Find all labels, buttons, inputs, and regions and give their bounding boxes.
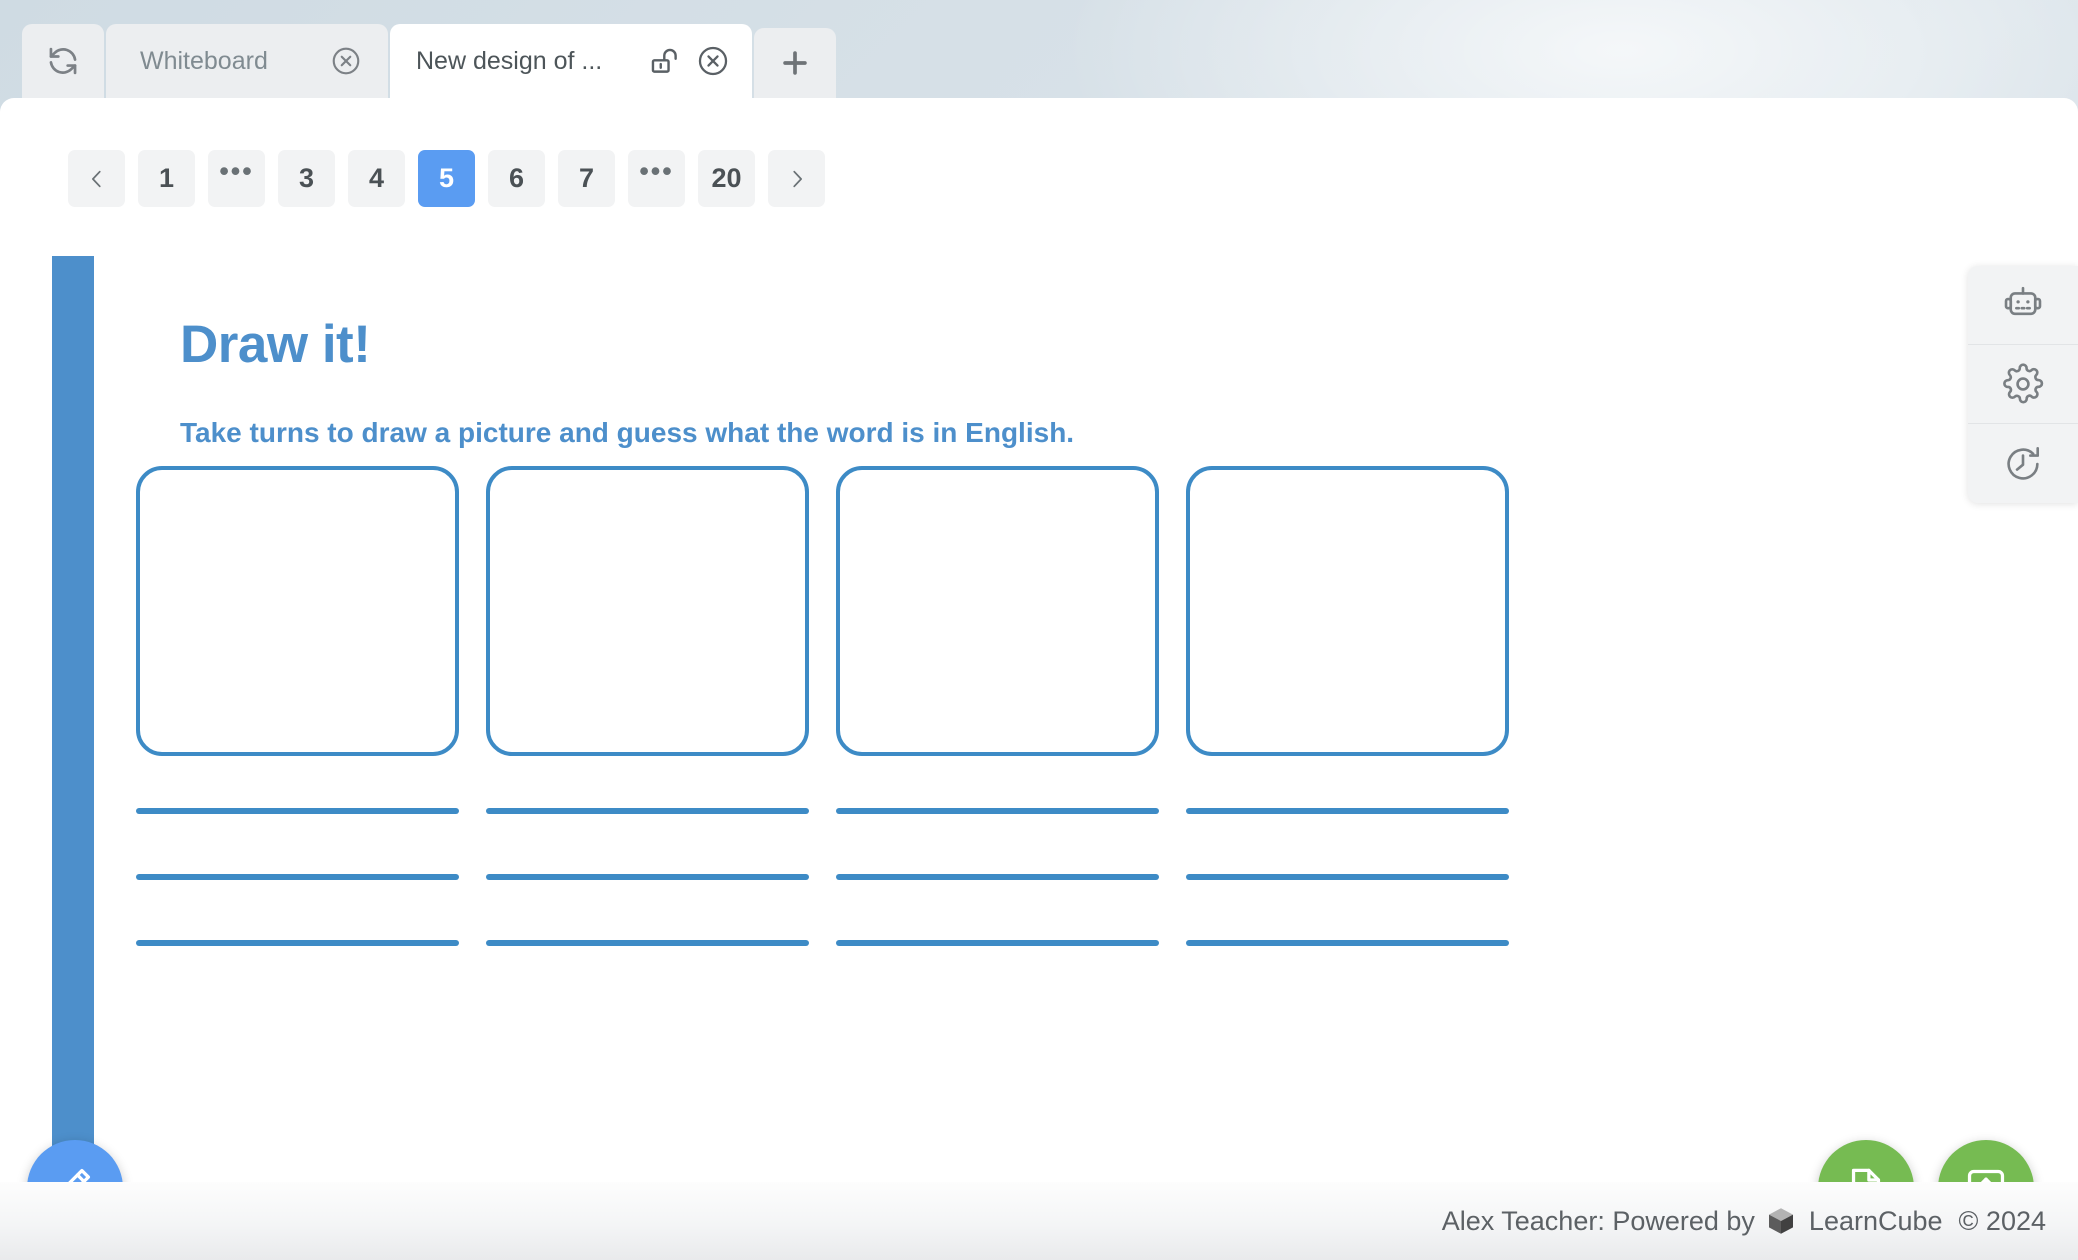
pagination: 1 ••• 3 4 5 6 7 ••• 20 [68, 150, 825, 207]
tab-label: Whiteboard [140, 47, 330, 76]
app-window: Whiteboard New design of ... [0, 20, 2078, 1260]
writing-lines [136, 808, 1509, 946]
tab-bar: Whiteboard New design of ... [0, 20, 2078, 98]
write-line[interactable] [836, 808, 1159, 814]
draw-box[interactable] [1186, 466, 1509, 756]
clock-history-icon [2002, 443, 2044, 485]
side-toolbar [1968, 266, 2078, 503]
write-line[interactable] [1186, 940, 1509, 946]
pagination-page-1[interactable]: 1 [138, 150, 195, 207]
robot-icon [2002, 284, 2044, 326]
write-line[interactable] [836, 940, 1159, 946]
write-line[interactable] [136, 940, 459, 946]
footer-brand: LearnCube [1809, 1206, 1943, 1237]
footer: Alex Teacher: Powered by LearnCube © 202… [0, 1182, 2078, 1260]
draw-box[interactable] [136, 466, 459, 756]
pagination-page-5[interactable]: 5 [418, 150, 475, 207]
page-accent-stripe [52, 256, 94, 1180]
writing-line-row [136, 874, 1509, 880]
close-circle-icon[interactable] [696, 44, 730, 78]
pagination-page-4[interactable]: 4 [348, 150, 405, 207]
footer-user-text: Alex Teacher: Powered by [1442, 1206, 1755, 1237]
history-button[interactable] [1968, 424, 2078, 503]
page-title: Draw it! [180, 314, 1962, 375]
tab-label: New design of ... [416, 47, 648, 76]
write-line[interactable] [836, 874, 1159, 880]
whiteboard-canvas[interactable]: Draw it! Take turns to draw a picture an… [48, 256, 1962, 1180]
pagination-next[interactable] [768, 150, 825, 207]
sync-button[interactable] [22, 24, 104, 98]
write-line[interactable] [1186, 808, 1509, 814]
write-line[interactable] [136, 808, 459, 814]
write-line[interactable] [486, 874, 809, 880]
tab-whiteboard[interactable]: Whiteboard [106, 24, 388, 98]
ai-assistant-button[interactable] [1968, 266, 2078, 345]
plus-icon [778, 46, 812, 80]
close-circle-icon[interactable] [330, 45, 362, 77]
refresh-sync-icon [46, 44, 80, 78]
worksheet-page: Draw it! Take turns to draw a picture an… [48, 256, 1962, 1180]
new-tab-button[interactable] [754, 28, 836, 98]
content-panel: 1 ••• 3 4 5 6 7 ••• 20 Draw it! Take tur… [0, 98, 2078, 1182]
write-line[interactable] [486, 940, 809, 946]
draw-box[interactable] [486, 466, 809, 756]
pagination-ellipsis-right[interactable]: ••• [628, 150, 685, 207]
pagination-page-7[interactable]: 7 [558, 150, 615, 207]
pagination-ellipsis-left[interactable]: ••• [208, 150, 265, 207]
settings-button[interactable] [1968, 345, 2078, 424]
drawing-boxes [136, 466, 1509, 756]
pagination-page-3[interactable]: 3 [278, 150, 335, 207]
write-line[interactable] [1186, 874, 1509, 880]
write-line[interactable] [136, 874, 459, 880]
pagination-page-6[interactable]: 6 [488, 150, 545, 207]
footer-copyright: © 2024 [1959, 1206, 2046, 1237]
cube-logo-icon [1765, 1205, 1797, 1237]
draw-box[interactable] [836, 466, 1159, 756]
writing-line-row [136, 940, 1509, 946]
pagination-prev[interactable] [68, 150, 125, 207]
pagination-page-20[interactable]: 20 [698, 150, 755, 207]
page-subtitle: Take turns to draw a picture and guess w… [180, 417, 1962, 449]
unlocked-padlock-icon[interactable] [648, 44, 682, 78]
writing-line-row [136, 808, 1509, 814]
tab-new-design[interactable]: New design of ... [390, 24, 752, 98]
gear-icon [2002, 363, 2044, 405]
write-line[interactable] [486, 808, 809, 814]
